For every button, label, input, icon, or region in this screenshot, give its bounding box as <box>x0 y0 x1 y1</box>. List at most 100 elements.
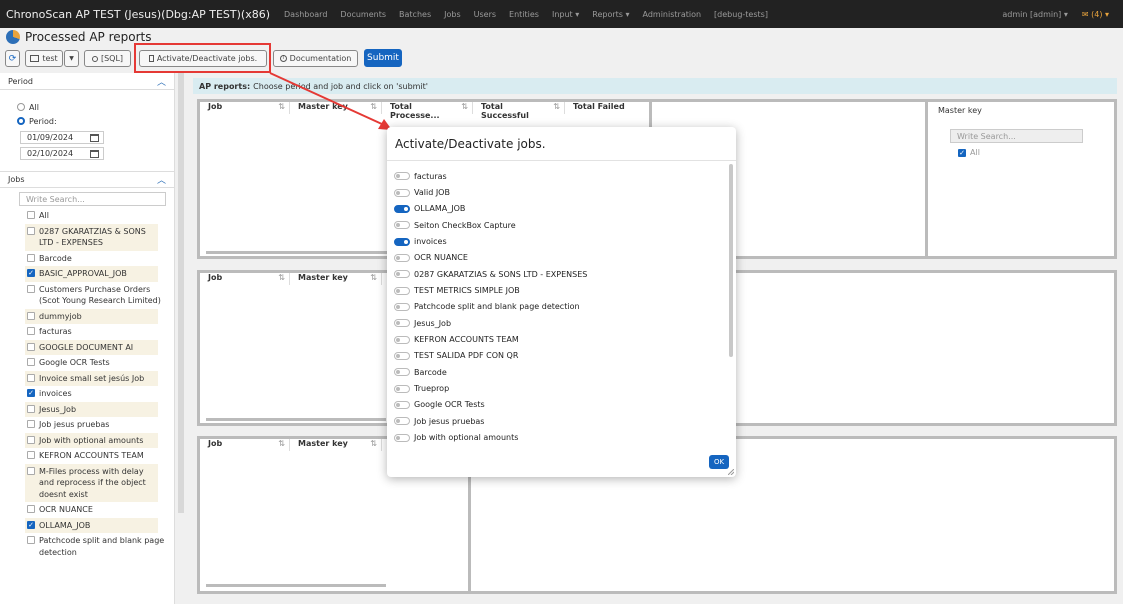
grid-3-hscroll[interactable] <box>206 584 386 587</box>
col-total-processed[interactable]: Total Processe... ⇅ <box>382 102 473 120</box>
jobs-search-input[interactable]: Write Search... <box>19 192 166 206</box>
job-toggle-row[interactable]: Barcode <box>387 364 727 380</box>
nav-jobs[interactable]: Jobs <box>444 10 461 19</box>
date-to-field[interactable]: 02/10/2024 <box>20 147 104 160</box>
checkbox[interactable] <box>27 226 35 235</box>
job-checkbox-item[interactable]: dummyjob <box>25 308 158 324</box>
mail-notifications[interactable]: ✉ (4) ▾ <box>1082 10 1109 19</box>
sort-icon[interactable]: ⇅ <box>553 102 560 114</box>
sort-icon[interactable]: ⇅ <box>370 273 377 285</box>
col-total-successful[interactable]: Total Successful ⇅ <box>473 102 565 120</box>
job-checkbox-item[interactable]: Jesus_Job <box>25 401 158 417</box>
job-checkbox-item[interactable]: ✓ invoices <box>0 386 174 402</box>
jobs-section-header[interactable]: Jobs ︿ <box>0 171 174 188</box>
job-checkbox-item[interactable]: All <box>0 208 174 224</box>
col-master-key[interactable]: Master key ⇅ <box>290 102 382 114</box>
radio-period-control[interactable] <box>17 117 25 125</box>
job-checkbox-item[interactable]: ✓ OLLAMA_JOB <box>25 517 158 533</box>
user-menu[interactable]: admin [admin] ▾ <box>1002 10 1067 19</box>
ok-button[interactable]: OK <box>709 455 729 469</box>
calendar-icon[interactable] <box>90 133 99 142</box>
checkbox[interactable] <box>27 358 35 366</box>
toggle-switch-on[interactable] <box>394 204 410 213</box>
job-checkbox-item[interactable]: OCR NUANCE <box>0 502 174 518</box>
toggle-switch-off[interactable] <box>394 400 410 409</box>
radio-period[interactable]: Period: <box>0 114 174 128</box>
nav-reports[interactable]: Reports ▾ <box>592 10 629 19</box>
submit-button[interactable]: Submit <box>364 49 402 67</box>
calendar-icon[interactable] <box>90 149 99 158</box>
masterkey-search-input[interactable]: Write Search... <box>950 129 1083 143</box>
toggle-switch-off[interactable] <box>394 302 410 311</box>
nav-dashboard[interactable]: Dashboard <box>284 10 327 19</box>
job-checkbox-item[interactable]: Customers Purchase Orders (Scot Young Re… <box>0 282 174 309</box>
job-checkbox-item[interactable]: Job with optional amounts <box>25 432 158 448</box>
resize-grip-icon[interactable] <box>728 469 734 475</box>
checkbox[interactable] <box>27 505 35 513</box>
sort-icon[interactable]: ⇅ <box>278 102 285 114</box>
job-checkbox-item[interactable]: Barcode <box>0 251 174 267</box>
job-toggle-row[interactable]: Seiton CheckBox Capture <box>387 217 727 233</box>
nav-input[interactable]: Input ▾ <box>552 10 579 19</box>
col-total-failed[interactable]: Total Failed <box>565 102 641 114</box>
toggle-switch-off[interactable] <box>394 368 410 377</box>
sql-button[interactable]: [SQL] <box>84 50 131 67</box>
job-toggle-row[interactable]: Google OCR Tests <box>387 397 727 413</box>
report-select[interactable]: test <box>25 50 63 67</box>
documentation-button[interactable]: i Documentation <box>273 50 358 67</box>
job-checkbox-item[interactable]: 0287 GKARATZIAS & SONS LTD - EXPENSES <box>25 223 158 251</box>
refresh-button[interactable]: ⟳ <box>5 50 20 67</box>
checkbox[interactable] <box>27 420 35 428</box>
job-toggle-row[interactable]: OCR NUANCE <box>387 250 727 266</box>
checkbox[interactable] <box>27 327 35 335</box>
job-toggle-row[interactable]: Job with optional amounts <box>387 430 727 444</box>
report-select-dropdown[interactable]: ▼ <box>64 50 79 67</box>
job-toggle-row[interactable]: 0287 GKARATZIAS & SONS LTD - EXPENSES <box>387 266 727 282</box>
checkbox[interactable] <box>27 311 35 320</box>
toggle-switch-off[interactable] <box>394 286 410 295</box>
job-toggle-row[interactable]: OLLAMA_JOB <box>387 201 727 217</box>
checkbox[interactable] <box>27 404 35 413</box>
col-job[interactable]: Job ⇅ <box>200 102 290 114</box>
sort-icon[interactable]: ⇅ <box>461 102 468 114</box>
toggle-switch-off[interactable] <box>394 188 410 197</box>
job-checkbox-item[interactable]: Job jesus pruebas <box>0 417 174 433</box>
nav-administration[interactable]: Administration <box>643 10 702 19</box>
nav-documents[interactable]: Documents <box>340 10 386 19</box>
checkbox[interactable] <box>27 211 35 219</box>
col-master-key[interactable]: Master key ⇅ <box>290 439 382 451</box>
job-toggle-row[interactable]: Job jesus pruebas <box>387 413 727 429</box>
nav-users[interactable]: Users <box>474 10 496 19</box>
toggle-switch-off[interactable] <box>394 221 410 230</box>
job-checkbox-item[interactable]: Google OCR Tests <box>0 355 174 371</box>
checkbox[interactable] <box>27 466 35 475</box>
job-checkbox-item[interactable]: GOOGLE DOCUMENT AI <box>25 339 158 355</box>
job-checkbox-item[interactable]: facturas <box>0 324 174 340</box>
period-section-header[interactable]: Period ︿ <box>0 73 174 90</box>
job-checkbox-item[interactable]: M-Files process with delay and reprocess… <box>25 463 158 502</box>
job-toggle-row[interactable]: Valid JOB <box>387 184 727 200</box>
toggle-switch-off[interactable] <box>394 384 410 393</box>
checkbox[interactable] <box>27 284 35 293</box>
toggle-switch-off[interactable] <box>394 433 410 442</box>
toggle-switch-off[interactable] <box>394 351 410 360</box>
masterkey-all[interactable]: ✓ All <box>958 148 980 157</box>
job-toggle-row[interactable]: Trueprop <box>387 380 727 396</box>
checkbox-checked[interactable]: ✓ <box>958 149 966 157</box>
sidebar-scrollbar[interactable] <box>178 73 184 513</box>
job-checkbox-item[interactable]: Invoice small set jesús Job <box>25 370 158 386</box>
sort-icon[interactable]: ⇅ <box>370 102 377 114</box>
date-from-field[interactable]: 01/09/2024 <box>20 131 104 144</box>
job-toggle-row[interactable]: invoices <box>387 233 727 249</box>
checkbox[interactable] <box>27 373 35 382</box>
toggle-switch-off[interactable] <box>394 253 410 262</box>
toggle-switch-off[interactable] <box>394 335 410 344</box>
job-checkbox-item[interactable]: KEFRON ACCOUNTS TEAM <box>0 448 174 464</box>
toggle-switch-off[interactable] <box>394 417 410 426</box>
sort-icon[interactable]: ⇅ <box>278 439 285 451</box>
nav-batches[interactable]: Batches <box>399 10 431 19</box>
sort-icon[interactable]: ⇅ <box>278 273 285 285</box>
toggle-switch-on[interactable] <box>394 237 410 246</box>
radio-all[interactable]: All <box>0 100 174 114</box>
checkbox[interactable] <box>27 342 35 351</box>
